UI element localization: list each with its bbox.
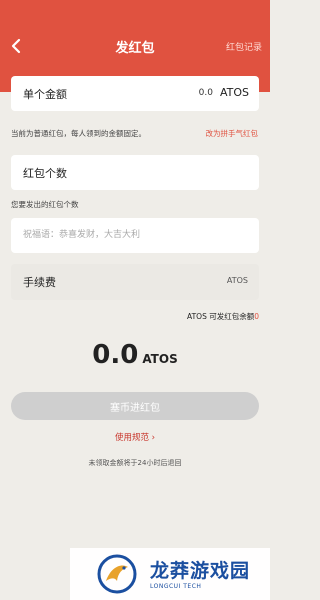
amount-unit: ATOS	[219, 86, 249, 99]
refund-note: 未领取金额将于24小时后退回	[88, 459, 182, 467]
fee-value: ATOS	[226, 276, 248, 285]
dragon-logo-icon	[97, 554, 137, 594]
normal-packet-hint: 当前为普通红包，每人领到的金额固定。	[11, 129, 146, 138]
red-packet-records-link[interactable]: 红包记录	[226, 40, 262, 53]
total-amount-unit: ATOS	[142, 352, 178, 366]
watermark-name: 龙莽游戏园	[150, 560, 251, 582]
balance-label: ATOS 可发红包余额	[187, 312, 255, 321]
packet-count-hint: 您要发出的红包个数	[11, 200, 79, 209]
greeting-input[interactable]	[23, 225, 243, 245]
amount-field[interactable]: 单个金额 0.0 ATOS	[11, 76, 259, 111]
switch-to-lucky-packet-link[interactable]: 改为拼手气红包	[206, 128, 259, 139]
packet-count-field[interactable]: 红包个数	[11, 155, 259, 190]
watermark: 龙莽游戏园 LONGCUI TECH	[70, 548, 270, 600]
total-amount-value: 0.0	[92, 340, 139, 370]
usage-rules-link[interactable]: 使用规范 ›	[0, 431, 270, 443]
packet-count-label: 红包个数	[23, 167, 67, 180]
available-balance: ATOS 可发红包余额0	[187, 311, 259, 322]
amount-label: 单个金额	[23, 88, 67, 101]
fee-row: 手续费 ATOS	[11, 264, 259, 300]
greeting-field	[11, 218, 259, 253]
amount-value[interactable]: 0.0	[199, 88, 213, 98]
put-coins-into-packet-button[interactable]: 塞币进红包	[11, 392, 259, 420]
balance-value: 0	[254, 312, 259, 321]
total-amount: 0.0 ATOS	[0, 340, 270, 370]
watermark-subtitle: LONGCUI TECH	[150, 583, 202, 590]
fee-label: 手续费	[23, 276, 56, 289]
